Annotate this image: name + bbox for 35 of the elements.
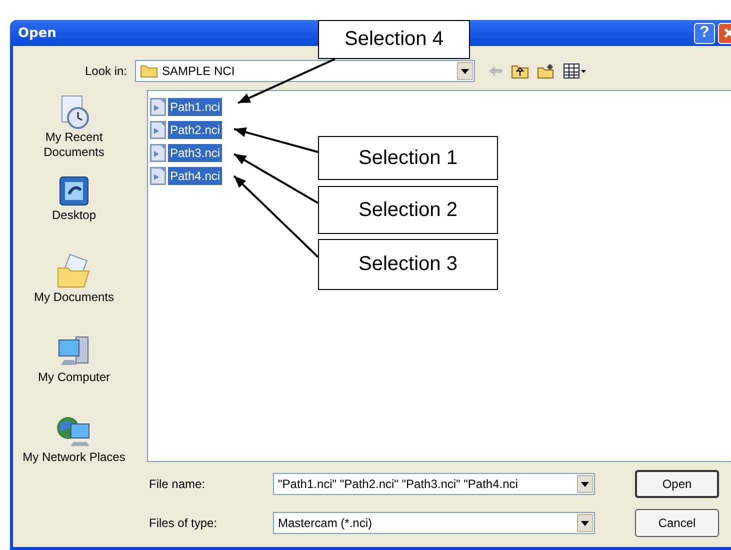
callout-label: Selection 4 (318, 20, 470, 59)
place-label[interactable]: My Documents (22, 290, 126, 305)
file-type-label: Files of type: (149, 516, 218, 530)
file-name: Path2.nci (168, 120, 222, 138)
window-title: Open (18, 26, 56, 40)
folder-icon (140, 64, 158, 78)
file-name-label: File name: (149, 477, 206, 491)
callout-label: Selection 1 (318, 136, 498, 180)
open-button[interactable]: Open (635, 470, 719, 498)
file-name: Path3.nci (168, 144, 222, 162)
caret-icon (461, 68, 469, 74)
desktop-icon[interactable] (57, 174, 91, 208)
callout-label: Selection 3 (318, 239, 498, 290)
cancel-button[interactable]: Cancel (635, 509, 719, 537)
file-type-dropdown[interactable]: Mastercam (*.nci) (273, 512, 595, 534)
caret-icon (581, 520, 589, 526)
up-folder-icon[interactable] (511, 63, 529, 79)
place-label[interactable]: My Recent Documents (22, 130, 126, 160)
help-button[interactable]: ? (694, 22, 715, 44)
file-item[interactable]: Path2.nci (150, 118, 222, 141)
file-item[interactable]: Path1.nci (150, 95, 222, 118)
place-label[interactable]: My Network Places (22, 450, 126, 465)
place-label[interactable]: My Computer (22, 370, 126, 385)
look-in-label: Look in: (84, 64, 128, 78)
caret-icon (581, 482, 589, 486)
place-label[interactable]: Desktop (22, 208, 126, 223)
file-item[interactable]: Path4.nci (150, 164, 222, 187)
file-name-field[interactable]: "Path1.nci" "Path2.nci" "Path3.nci" "Path4.nci (273, 473, 595, 495)
file-item[interactable]: Path3.nci (150, 141, 222, 164)
file-name: Path4.nci (168, 166, 222, 184)
file-name: Path1.nci (168, 98, 222, 116)
new-folder-icon[interactable] (537, 63, 555, 79)
view-menu-icon[interactable] (563, 63, 587, 79)
look-in-dropdown[interactable]: SAMPLE NCI (135, 60, 475, 82)
callout-label: Selection 2 (318, 186, 498, 234)
